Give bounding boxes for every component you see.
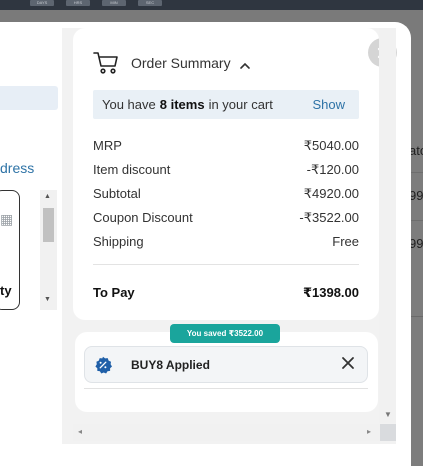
- price-row-shipping: Shipping Free: [93, 234, 359, 252]
- cart-icon: [93, 51, 119, 75]
- row-value: -₹120.00: [306, 162, 359, 177]
- you-saved-badge: You saved ₹3522.00: [170, 324, 280, 343]
- timer-min: MIN: [102, 0, 126, 6]
- row-label: MRP: [93, 138, 122, 153]
- order-summary-title: Order Summary: [131, 55, 231, 71]
- scroll-right-arrow[interactable]: ▸: [367, 427, 371, 436]
- applied-coupon-code: BUY8 Applied: [131, 357, 210, 372]
- row-value: ₹4920.00: [303, 186, 359, 201]
- items-in-cart-banner: You have 8 items in your cart Show: [93, 90, 359, 119]
- background-right-text: 99: [409, 188, 423, 203]
- price-row-subtotal: Subtotal ₹4920.00: [93, 186, 359, 204]
- row-label: Subtotal: [93, 186, 141, 201]
- summary-divider: [93, 264, 359, 265]
- item-count: 8 items: [159, 97, 205, 112]
- building-icon: ▦: [0, 211, 14, 227]
- to-pay-value: ₹1398.00: [302, 285, 359, 300]
- to-pay-label: To Pay: [93, 285, 135, 300]
- address-card[interactable]: ▦ ty: [0, 190, 20, 310]
- row-label: Shipping: [93, 234, 144, 249]
- banner-suffix: in your cart: [208, 97, 273, 112]
- chevron-up-icon[interactable]: [239, 58, 251, 69]
- summary-horizontal-scrollbar[interactable]: ◂ ▸: [73, 424, 380, 441]
- scroll-down-arrow[interactable]: ▼: [384, 410, 392, 419]
- timer-sec: SEC: [138, 0, 162, 6]
- left-selected-row[interactable]: [0, 86, 58, 110]
- coupon-divider: [84, 388, 368, 389]
- discount-badge-icon: [94, 356, 112, 374]
- banner-prefix: You have: [102, 97, 156, 112]
- timer-hrs: HRS: [66, 0, 90, 6]
- price-row-coupon-discount: Coupon Discount -₹3522.00: [93, 210, 359, 228]
- price-row-item-discount: Item discount -₹120.00: [93, 162, 359, 180]
- row-value: Free: [332, 234, 359, 249]
- order-summary-card: Order Summary You have 8 items in your c…: [73, 28, 379, 320]
- left-scrollbar[interactable]: ▲ ▼: [40, 190, 57, 310]
- scroll-left-arrow[interactable]: ◂: [78, 427, 82, 436]
- row-label: Item discount: [93, 162, 171, 177]
- price-row-mrp: MRP ₹5040.00: [93, 138, 359, 156]
- scrollbar-corner: [380, 424, 396, 441]
- scroll-up-arrow[interactable]: ▲: [44, 193, 51, 200]
- background-topbar: DAYS HRS MIN SEC: [0, 0, 423, 10]
- background-right-text: ato: [409, 143, 423, 158]
- scroll-thumb[interactable]: [43, 208, 54, 242]
- order-summary-header[interactable]: Order Summary: [93, 50, 251, 76]
- remove-coupon-icon[interactable]: [341, 356, 355, 370]
- applied-coupon[interactable]: BUY8 Applied: [84, 346, 368, 383]
- to-pay-row: To Pay ₹1398.00: [93, 285, 359, 303]
- background-right-text: 99: [409, 236, 423, 251]
- row-label: Coupon Discount: [93, 210, 193, 225]
- row-value: ₹5040.00: [303, 138, 359, 153]
- show-items-link[interactable]: Show: [312, 97, 345, 112]
- scroll-down-arrow[interactable]: ▼: [44, 296, 51, 303]
- timer-days: DAYS: [30, 0, 54, 6]
- summary-vertical-scrollbar[interactable]: ▼: [379, 28, 396, 423]
- change-address-link[interactable]: dress: [0, 160, 34, 176]
- address-card-label: ty: [0, 283, 12, 298]
- row-value: -₹3522.00: [299, 210, 359, 225]
